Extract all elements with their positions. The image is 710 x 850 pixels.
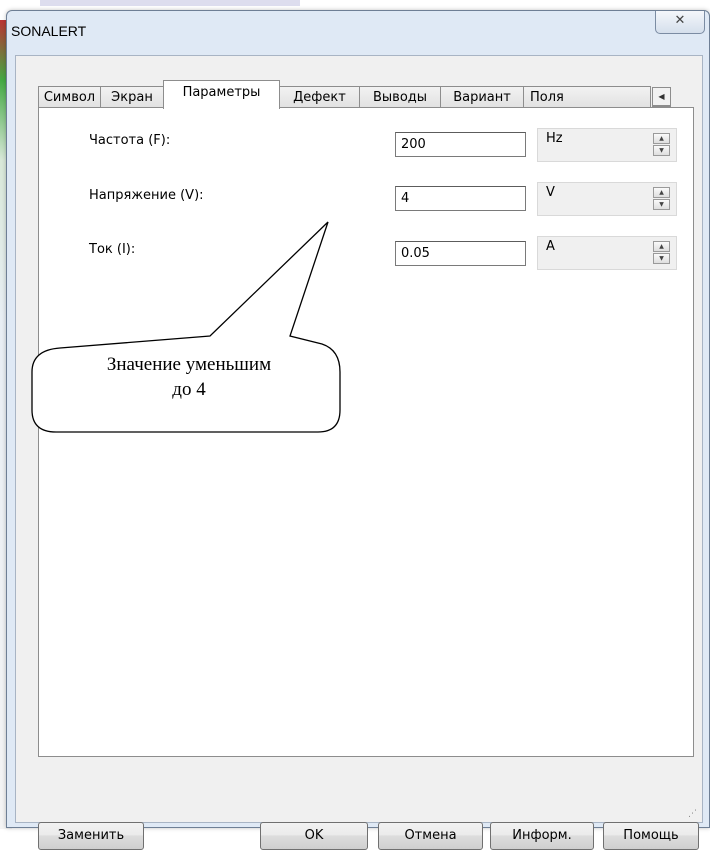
tab-pins[interactable]: Выводы <box>359 86 441 108</box>
voltage-label: Напряжение (V): <box>89 188 204 203</box>
tab-defect[interactable]: Дефект <box>279 86 360 108</box>
frequency-unit-select[interactable]: Hz ▲ ▼ <box>537 128 677 162</box>
current-label: Ток (I): <box>89 242 136 257</box>
callout-line-1: Значение уменьшим <box>106 354 272 375</box>
close-button[interactable]: ✕ <box>655 11 705 34</box>
voltage-spinner[interactable]: ▲ ▼ <box>653 187 670 210</box>
replace-button[interactable]: Заменить <box>38 822 144 850</box>
dialog-client-area: Символ Экран Параметры Дефект Выводы Вар… <box>15 55 703 850</box>
tab-scroll-left-icon[interactable]: ◀ <box>652 87 671 106</box>
voltage-unit-select[interactable]: V ▲ ▼ <box>537 182 677 216</box>
tab-fields[interactable]: Поля <box>523 86 651 108</box>
spin-down-icon[interactable]: ▼ <box>653 199 670 210</box>
info-button[interactable]: Информ. <box>490 822 594 850</box>
ok-button[interactable]: OK <box>260 822 368 850</box>
spin-up-icon[interactable]: ▲ <box>653 187 670 198</box>
title-bar: SONALERT ✕ <box>7 11 709 55</box>
frequency-spinner[interactable]: ▲ ▼ <box>653 133 670 156</box>
window-title: SONALERT <box>11 23 87 39</box>
tab-variant[interactable]: Вариант <box>440 86 524 108</box>
voltage-input[interactable]: 4 <box>395 186 526 211</box>
frequency-input[interactable]: 200 <box>395 132 526 157</box>
sonalert-dialog: SONALERT ✕ Символ Экран Параметры Дефект… <box>6 10 710 850</box>
callout-line-2: до 4 <box>172 379 206 400</box>
spin-down-icon[interactable]: ▼ <box>653 253 670 264</box>
voltage-unit: V <box>546 185 555 200</box>
background-window-top <box>40 0 300 6</box>
spin-down-icon[interactable]: ▼ <box>653 145 670 156</box>
tab-screen[interactable]: Экран <box>100 86 164 108</box>
frequency-unit: Hz <box>546 131 563 146</box>
current-unit: A <box>546 239 555 254</box>
tab-symbol[interactable]: Символ <box>38 86 101 108</box>
tab-strip: Символ Экран Параметры Дефект Выводы Вар… <box>38 80 678 125</box>
tab-parameters[interactable]: Параметры <box>163 80 280 109</box>
help-button[interactable]: Помощь <box>603 822 699 850</box>
tab-scroll-buttons: ◀ ▶ <box>652 87 690 125</box>
callout-text: Значение уменьшим до 4 <box>44 352 334 402</box>
current-unit-select[interactable]: A ▲ ▼ <box>537 236 677 270</box>
resize-grip-icon[interactable]: ⋰ <box>688 808 700 820</box>
frequency-label: Частота (F): <box>89 133 171 148</box>
spin-up-icon[interactable]: ▲ <box>653 133 670 144</box>
current-input[interactable]: 0.05 <box>395 241 526 266</box>
cancel-button[interactable]: Отмена <box>378 822 483 850</box>
parameters-panel: Частота (F): 200 Hz ▲ ▼ Напряжение (V): … <box>38 107 694 757</box>
spin-up-icon[interactable]: ▲ <box>653 241 670 252</box>
close-icon: ✕ <box>674 13 686 28</box>
current-spinner[interactable]: ▲ ▼ <box>653 241 670 264</box>
